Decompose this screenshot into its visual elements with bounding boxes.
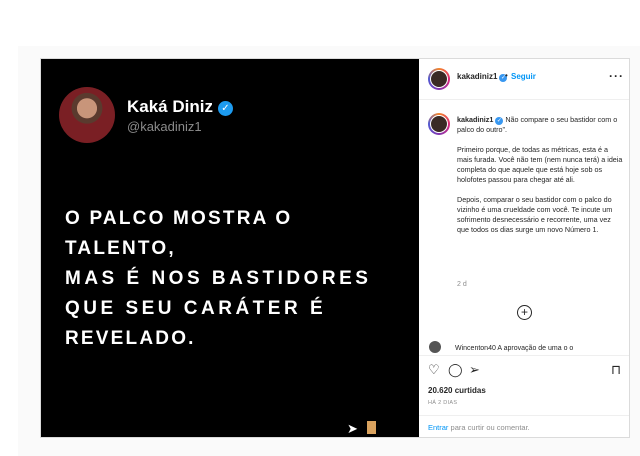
follow-button[interactable]: Seguir <box>511 72 536 81</box>
caption-paragraph: Primeiro porque, de todas as métricas, e… <box>457 145 623 184</box>
login-to-comment: Entrar para curtir ou comentar. <box>428 423 530 432</box>
verified-badge-icon: ✓ <box>495 117 504 125</box>
quote-line: REVELADO. <box>65 328 196 349</box>
more-options-icon[interactable]: ··· <box>609 69 624 83</box>
share-icon[interactable]: ➢ <box>469 362 480 378</box>
post-age: HÁ 2 DIAS <box>428 400 458 406</box>
bookmark-icon[interactable]: ⊓ <box>611 362 621 378</box>
image-author-handle: @kakadiniz1 <box>127 119 202 134</box>
bookmark-icon <box>367 421 376 434</box>
quote-line: QUE SEU CARÁTER É <box>65 298 327 319</box>
avatar[interactable] <box>429 341 441 353</box>
avatar[interactable] <box>428 68 450 90</box>
avatar[interactable] <box>428 113 450 135</box>
quote-line: MAS É NOS BASTIDORES <box>65 268 372 289</box>
profile-photo <box>59 87 115 143</box>
quote-line: O PALCO MOSTRA O TALENTO, <box>65 208 293 259</box>
comment-preview: Wincenton40 A aprovação de uma o o <box>429 341 629 353</box>
caption-timestamp: 2 d <box>457 281 467 288</box>
caption-paragraph: Depois, comparar o seu bastidor com o pa… <box>457 195 613 234</box>
caption-text: kakadiniz1 ✓ Não compare o seu bastidor c… <box>457 115 623 245</box>
load-more-comments-icon[interactable]: + <box>517 305 532 320</box>
login-link[interactable]: Entrar <box>428 423 448 432</box>
image-author-name: Kaká Diniz ✓ <box>127 97 233 117</box>
comment-icon[interactable]: ◯ <box>448 362 463 378</box>
header-username[interactable]: kakadiniz1 ✓ <box>457 72 508 82</box>
comment-box: Entrar para curtir ou comentar. <box>419 415 629 438</box>
likes-count[interactable]: 20.620 curtidas <box>428 386 486 395</box>
image-quote: O PALCO MOSTRA O TALENTO, MAS É NOS BAST… <box>65 204 405 354</box>
paper-plane-icon: ➤ <box>347 421 358 436</box>
post-image[interactable]: Kaká Diniz ✓ @kakadiniz1 O PALCO MOSTRA O… <box>41 59 419 437</box>
post-header: kakadiniz1 ✓ • Seguir ··· <box>419 59 629 100</box>
instagram-post-modal: Kaká Diniz ✓ @kakadiniz1 O PALCO MOSTRA O… <box>40 58 630 438</box>
verified-badge-icon: ✓ <box>217 101 233 116</box>
caption-username[interactable]: kakadiniz1 <box>457 115 493 124</box>
separator-dot: • <box>505 71 508 80</box>
post-sidebar: kakadiniz1 ✓ • Seguir ··· kakadiniz1 ✓ Não… <box>419 59 629 437</box>
post-actions: ♡ ◯ ➢ ⊓ 20.620 curtidas HÁ 2 DIAS <box>419 355 629 416</box>
heart-icon[interactable]: ♡ <box>428 362 440 378</box>
